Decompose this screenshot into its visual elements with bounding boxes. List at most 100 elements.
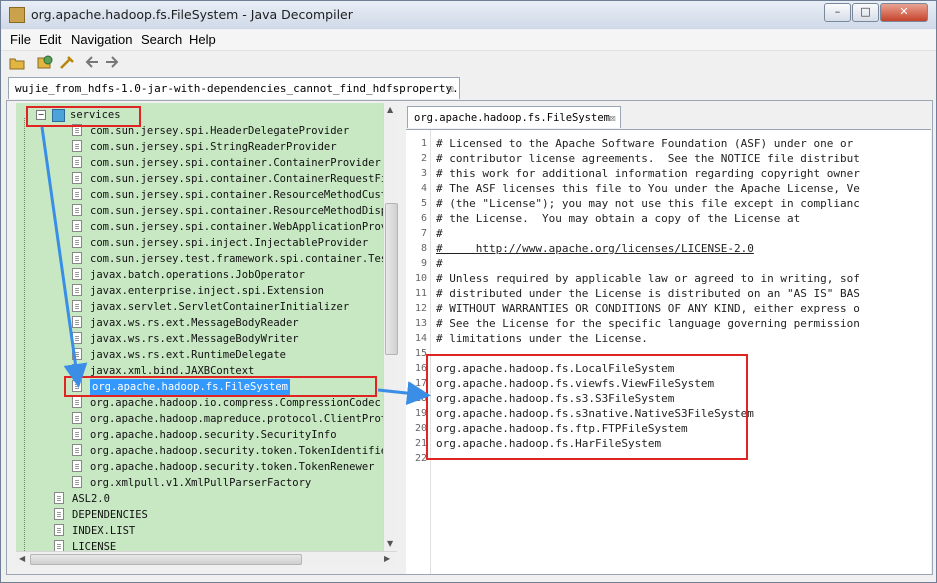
tree-folder-services[interactable]: − services	[16, 107, 397, 123]
line-number: 4	[420, 183, 427, 194]
line-number-gutter: 1 2 3 4 5 6 7 8 9 10 11 12 13 14 15 16 17 18 19 20 21 22	[406, 130, 431, 574]
tree-item[interactable]: javax.ws.rs.ext.MessageBodyWriter	[16, 331, 397, 347]
tree-root-item[interactable]: DEPENDENCIES	[16, 507, 397, 523]
tree-item[interactable]: javax.ws.rs.ext.RuntimeDelegate	[16, 347, 397, 363]
tree-item[interactable]: org.xmlpull.v1.XmlPullParserFactory	[16, 475, 397, 491]
code-line: org.apache.hadoop.fs.s3.S3FileSystem	[436, 392, 675, 405]
tree-vertical-scrollbar[interactable]: ▲ ▼	[383, 103, 398, 551]
tree-item-label: javax.servlet.ServletContainerInitialize…	[90, 301, 350, 313]
tree-item[interactable]: com.sun.jersey.test.framework.spi.contai…	[16, 251, 397, 267]
settings-icon[interactable]	[59, 55, 75, 70]
tree-item[interactable]: javax.servlet.ServletContainerInitialize…	[16, 299, 397, 315]
scroll-down-icon[interactable]: ▼	[387, 539, 393, 548]
code-line: org.apache.hadoop.fs.HarFileSystem	[436, 437, 662, 450]
editor-tab-row: org.apache.hadoop.fs.FileSystem ☒	[405, 106, 931, 130]
tree-item[interactable]: org.apache.hadoop.security.token.TokenId…	[16, 443, 397, 459]
tree-horizontal-thumb[interactable]	[30, 554, 302, 565]
tree-item[interactable]: com.sun.jersey.spi.container.ContainerPr…	[16, 155, 397, 171]
tree-item-label: com.sun.jersey.spi.container.ContainerPr…	[90, 157, 381, 169]
scroll-up-icon[interactable]: ▲	[387, 105, 393, 114]
code-line: # (the "License"); you may not use this …	[436, 197, 860, 210]
line-number: 6	[420, 213, 427, 224]
tree-root-item[interactable]: ASL2.0	[16, 491, 397, 507]
tree-item-label: org.apache.hadoop.mapreduce.protocol.Cli…	[90, 413, 397, 425]
tree-item[interactable]: com.sun.jersey.spi.container.ResourceMet…	[16, 203, 397, 219]
tree-item-label: org.apache.hadoop.security.token.TokenRe…	[90, 461, 375, 473]
forward-icon[interactable]	[104, 55, 120, 70]
tree-item[interactable]: com.sun.jersey.spi.StringReaderProvider	[16, 139, 397, 155]
tree-item-label: javax.batch.operations.JobOperator	[90, 269, 305, 281]
tree-item[interactable]: org.apache.hadoop.io.compress.Compressio…	[16, 395, 397, 411]
code-line: # Licensed to the Apache Software Founda…	[436, 137, 854, 150]
menu-help[interactable]: Help	[189, 32, 216, 47]
jar-tab[interactable]: wujie_from_hdfs-1.0-jar-with-dependencie…	[8, 77, 460, 99]
tree-root-item-label: ASL2.0	[72, 493, 110, 505]
close-button[interactable]: ✕	[880, 3, 928, 22]
line-number: 20	[414, 423, 427, 434]
menu-edit[interactable]: Edit	[39, 32, 61, 47]
scroll-right-icon[interactable]: ▶	[384, 554, 390, 563]
file-icon	[72, 140, 82, 152]
maximize-button[interactable]: □	[852, 3, 879, 22]
file-icon	[54, 540, 64, 551]
tree-item[interactable]: org.apache.hadoop.fs.FileSystem	[16, 379, 397, 395]
line-number: 2	[420, 153, 427, 164]
code-line: # distributed under the License is distr…	[436, 287, 860, 300]
code-line: # limitations under the License.	[436, 332, 648, 345]
tree-item-label: com.sun.jersey.spi.inject.InjectableProv…	[90, 237, 369, 249]
tree-item[interactable]: org.apache.hadoop.security.SecurityInfo	[16, 427, 397, 443]
tree-root-item[interactable]: LICENSE	[16, 539, 397, 551]
tree-item-label: com.sun.jersey.spi.container.WebApplicat…	[90, 221, 397, 233]
title-bar: org.apache.hadoop.fs.FileSystem - Java D…	[1, 1, 936, 29]
tree-item-label: javax.xml.bind.JAXBContext	[90, 365, 255, 377]
tree-item[interactable]: com.sun.jersey.spi.HeaderDelegateProvide…	[16, 123, 397, 139]
app-icon	[9, 7, 25, 23]
file-icon	[54, 524, 64, 536]
minimize-button[interactable]: –	[824, 3, 851, 22]
code-line[interactable]: # http://www.apache.org/licenses/LICENSE…	[436, 241, 754, 256]
tree-vertical-thumb[interactable]	[385, 203, 398, 355]
line-number: 15	[414, 348, 427, 359]
tree-item[interactable]: javax.xml.bind.JAXBContext	[16, 363, 397, 379]
file-icon	[72, 460, 82, 472]
file-icon	[72, 332, 82, 344]
line-number: 22	[414, 453, 427, 464]
tree-item[interactable]: javax.ws.rs.ext.MessageBodyReader	[16, 315, 397, 331]
scroll-left-icon[interactable]: ◀	[19, 554, 25, 563]
file-icon	[72, 220, 82, 232]
line-number: 12	[414, 303, 427, 314]
tree-item[interactable]: org.apache.hadoop.mapreduce.protocol.Cli…	[16, 411, 397, 427]
source-editor[interactable]: 1 2 3 4 5 6 7 8 9 10 11 12 13 14 15 16 17 18 19 20 21 22 # Li…	[406, 129, 931, 574]
editor-tab[interactable]: org.apache.hadoop.fs.FileSystem ☒	[407, 106, 621, 128]
open-icon[interactable]	[9, 55, 25, 70]
tree-item-label: org.apache.hadoop.io.compress.Compressio…	[90, 397, 381, 409]
menu-file[interactable]: File	[10, 32, 31, 47]
close-icon[interactable]: ☒	[447, 78, 454, 99]
close-icon[interactable]: ☒	[610, 107, 616, 129]
tree-item[interactable]: javax.enterprise.inject.spi.Extension	[16, 283, 397, 299]
tree-item[interactable]: org.apache.hadoop.security.token.TokenRe…	[16, 459, 397, 475]
tree-item-label: org.xmlpull.v1.XmlPullParserFactory	[90, 477, 312, 489]
tree-item[interactable]: com.sun.jersey.spi.inject.InjectableProv…	[16, 235, 397, 251]
back-icon[interactable]	[84, 55, 100, 70]
tree-item[interactable]: com.sun.jersey.spi.container.ContainerRe…	[16, 171, 397, 187]
tree-horizontal-scrollbar[interactable]: ◀ ▶	[16, 551, 397, 566]
jar-tab-label: wujie_from_hdfs-1.0-jar-with-dependencie…	[15, 82, 460, 95]
line-number: 9	[420, 258, 427, 269]
tree-item[interactable]: com.sun.jersey.spi.container.ResourceMet…	[16, 187, 397, 203]
package-tree[interactable]: − services com.sun.jersey.spi.HeaderDele…	[16, 103, 397, 551]
open-type-icon[interactable]	[37, 55, 53, 70]
code-line: #	[436, 257, 443, 270]
menu-navigation[interactable]: Navigation	[71, 32, 132, 47]
line-number: 11	[414, 288, 427, 299]
tree-root-item[interactable]: INDEX.LIST	[16, 523, 397, 539]
code-line: # WITHOUT WARRANTIES OR CONDITIONS OF AN…	[436, 302, 860, 315]
file-icon	[72, 364, 82, 376]
code-line: #	[436, 227, 443, 240]
file-icon	[72, 476, 82, 488]
tree-item[interactable]: javax.batch.operations.JobOperator	[16, 267, 397, 283]
collapse-icon[interactable]: −	[36, 110, 46, 120]
menu-search[interactable]: Search	[141, 32, 182, 47]
tree-root-item-label: DEPENDENCIES	[72, 509, 148, 521]
tree-item[interactable]: com.sun.jersey.spi.container.WebApplicat…	[16, 219, 397, 235]
